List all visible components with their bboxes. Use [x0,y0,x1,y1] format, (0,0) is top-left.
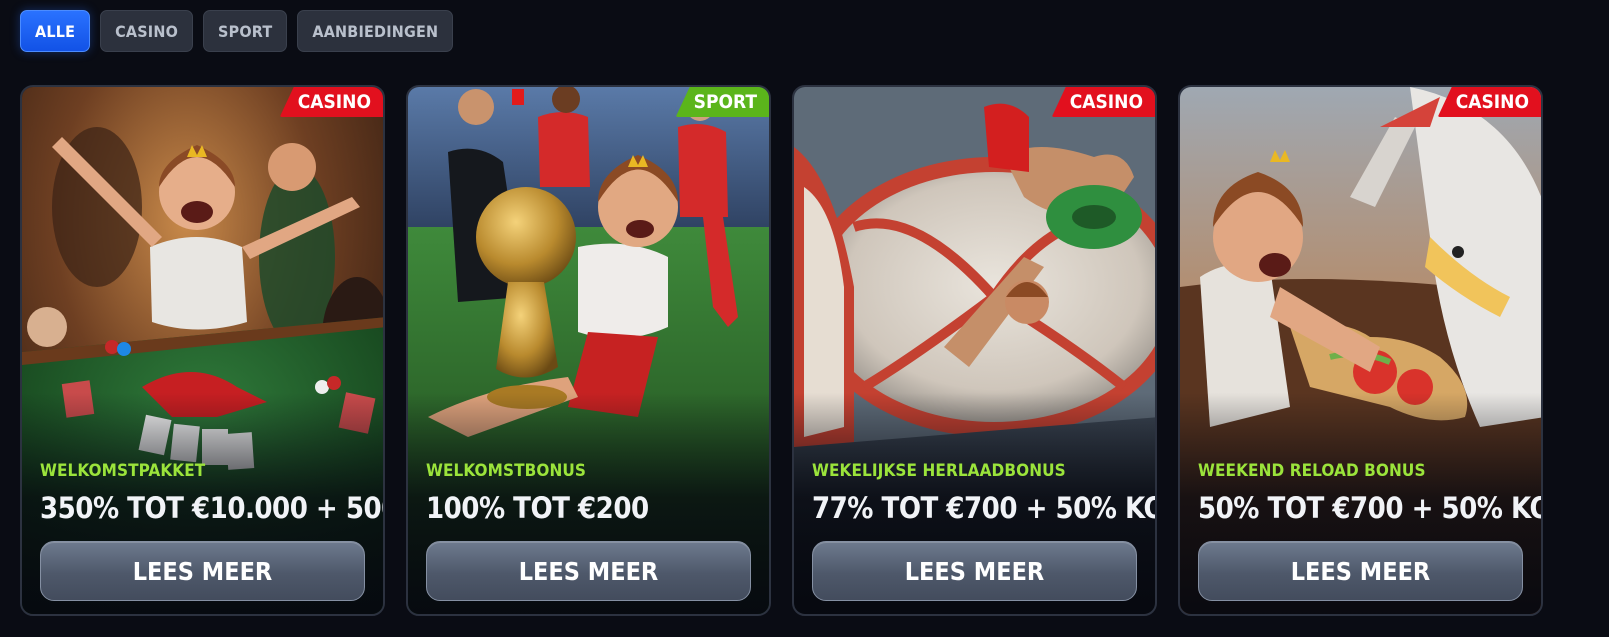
read-more-button[interactable]: LEES MEER [426,541,751,601]
read-more-button[interactable]: LEES MEER [1198,541,1523,601]
promotion-card[interactable]: CASINO WELKOMSTPAKKET 350% TOT €10.000 +… [20,85,385,616]
promotion-title: 350% TOT €10.000 + 500 FS [40,491,383,525]
category-badge: CASINO [1051,87,1155,117]
read-more-button[interactable]: LEES MEER [40,541,365,601]
promotion-title: 100% TOT €200 [426,491,649,525]
seagull-promo-image [1180,87,1541,614]
promotion-type: WELKOMSTPAKKET [40,461,206,481]
casino-promo-image [22,87,383,614]
promotion-type: WEKELIJKSE HERLAADBONUS [812,461,1066,481]
category-filter-bar: ALLE CASINO SPORT AANBIEDINGEN [20,10,454,52]
promotion-title: 77% TOT €700 + 50% KORTING [812,491,1155,525]
category-badge: CASINO [279,87,383,117]
category-badge: SPORT [675,87,769,117]
promotion-card[interactable]: CASINO WEKELIJKSE HERLAADBONUS 77% TOT €… [792,85,1157,616]
category-badge: CASINO [1437,87,1541,117]
sport-promo-image [408,87,769,614]
promotion-type: WEEKEND RELOAD BONUS [1198,461,1426,481]
promotion-type: WELKOMSTBONUS [426,461,587,481]
promotion-card[interactable]: SPORT WELKOMSTBONUS 100% TOT €200 LEES M… [406,85,771,616]
filter-offers-button[interactable]: AANBIEDINGEN [297,10,454,52]
filter-all-button[interactable]: ALLE [20,10,91,52]
filter-sport-button[interactable]: SPORT [203,10,288,52]
waterslide-promo-image [794,87,1155,614]
promotion-title: 50% TOT €700 + 50% KORTING [1198,491,1541,525]
filter-casino-button[interactable]: CASINO [100,10,194,52]
promotion-card-list: CASINO WELKOMSTPAKKET 350% TOT €10.000 +… [20,85,1543,616]
promotion-card[interactable]: CASINO WEEKEND RELOAD BONUS 50% TOT €700… [1178,85,1543,616]
read-more-button[interactable]: LEES MEER [812,541,1137,601]
